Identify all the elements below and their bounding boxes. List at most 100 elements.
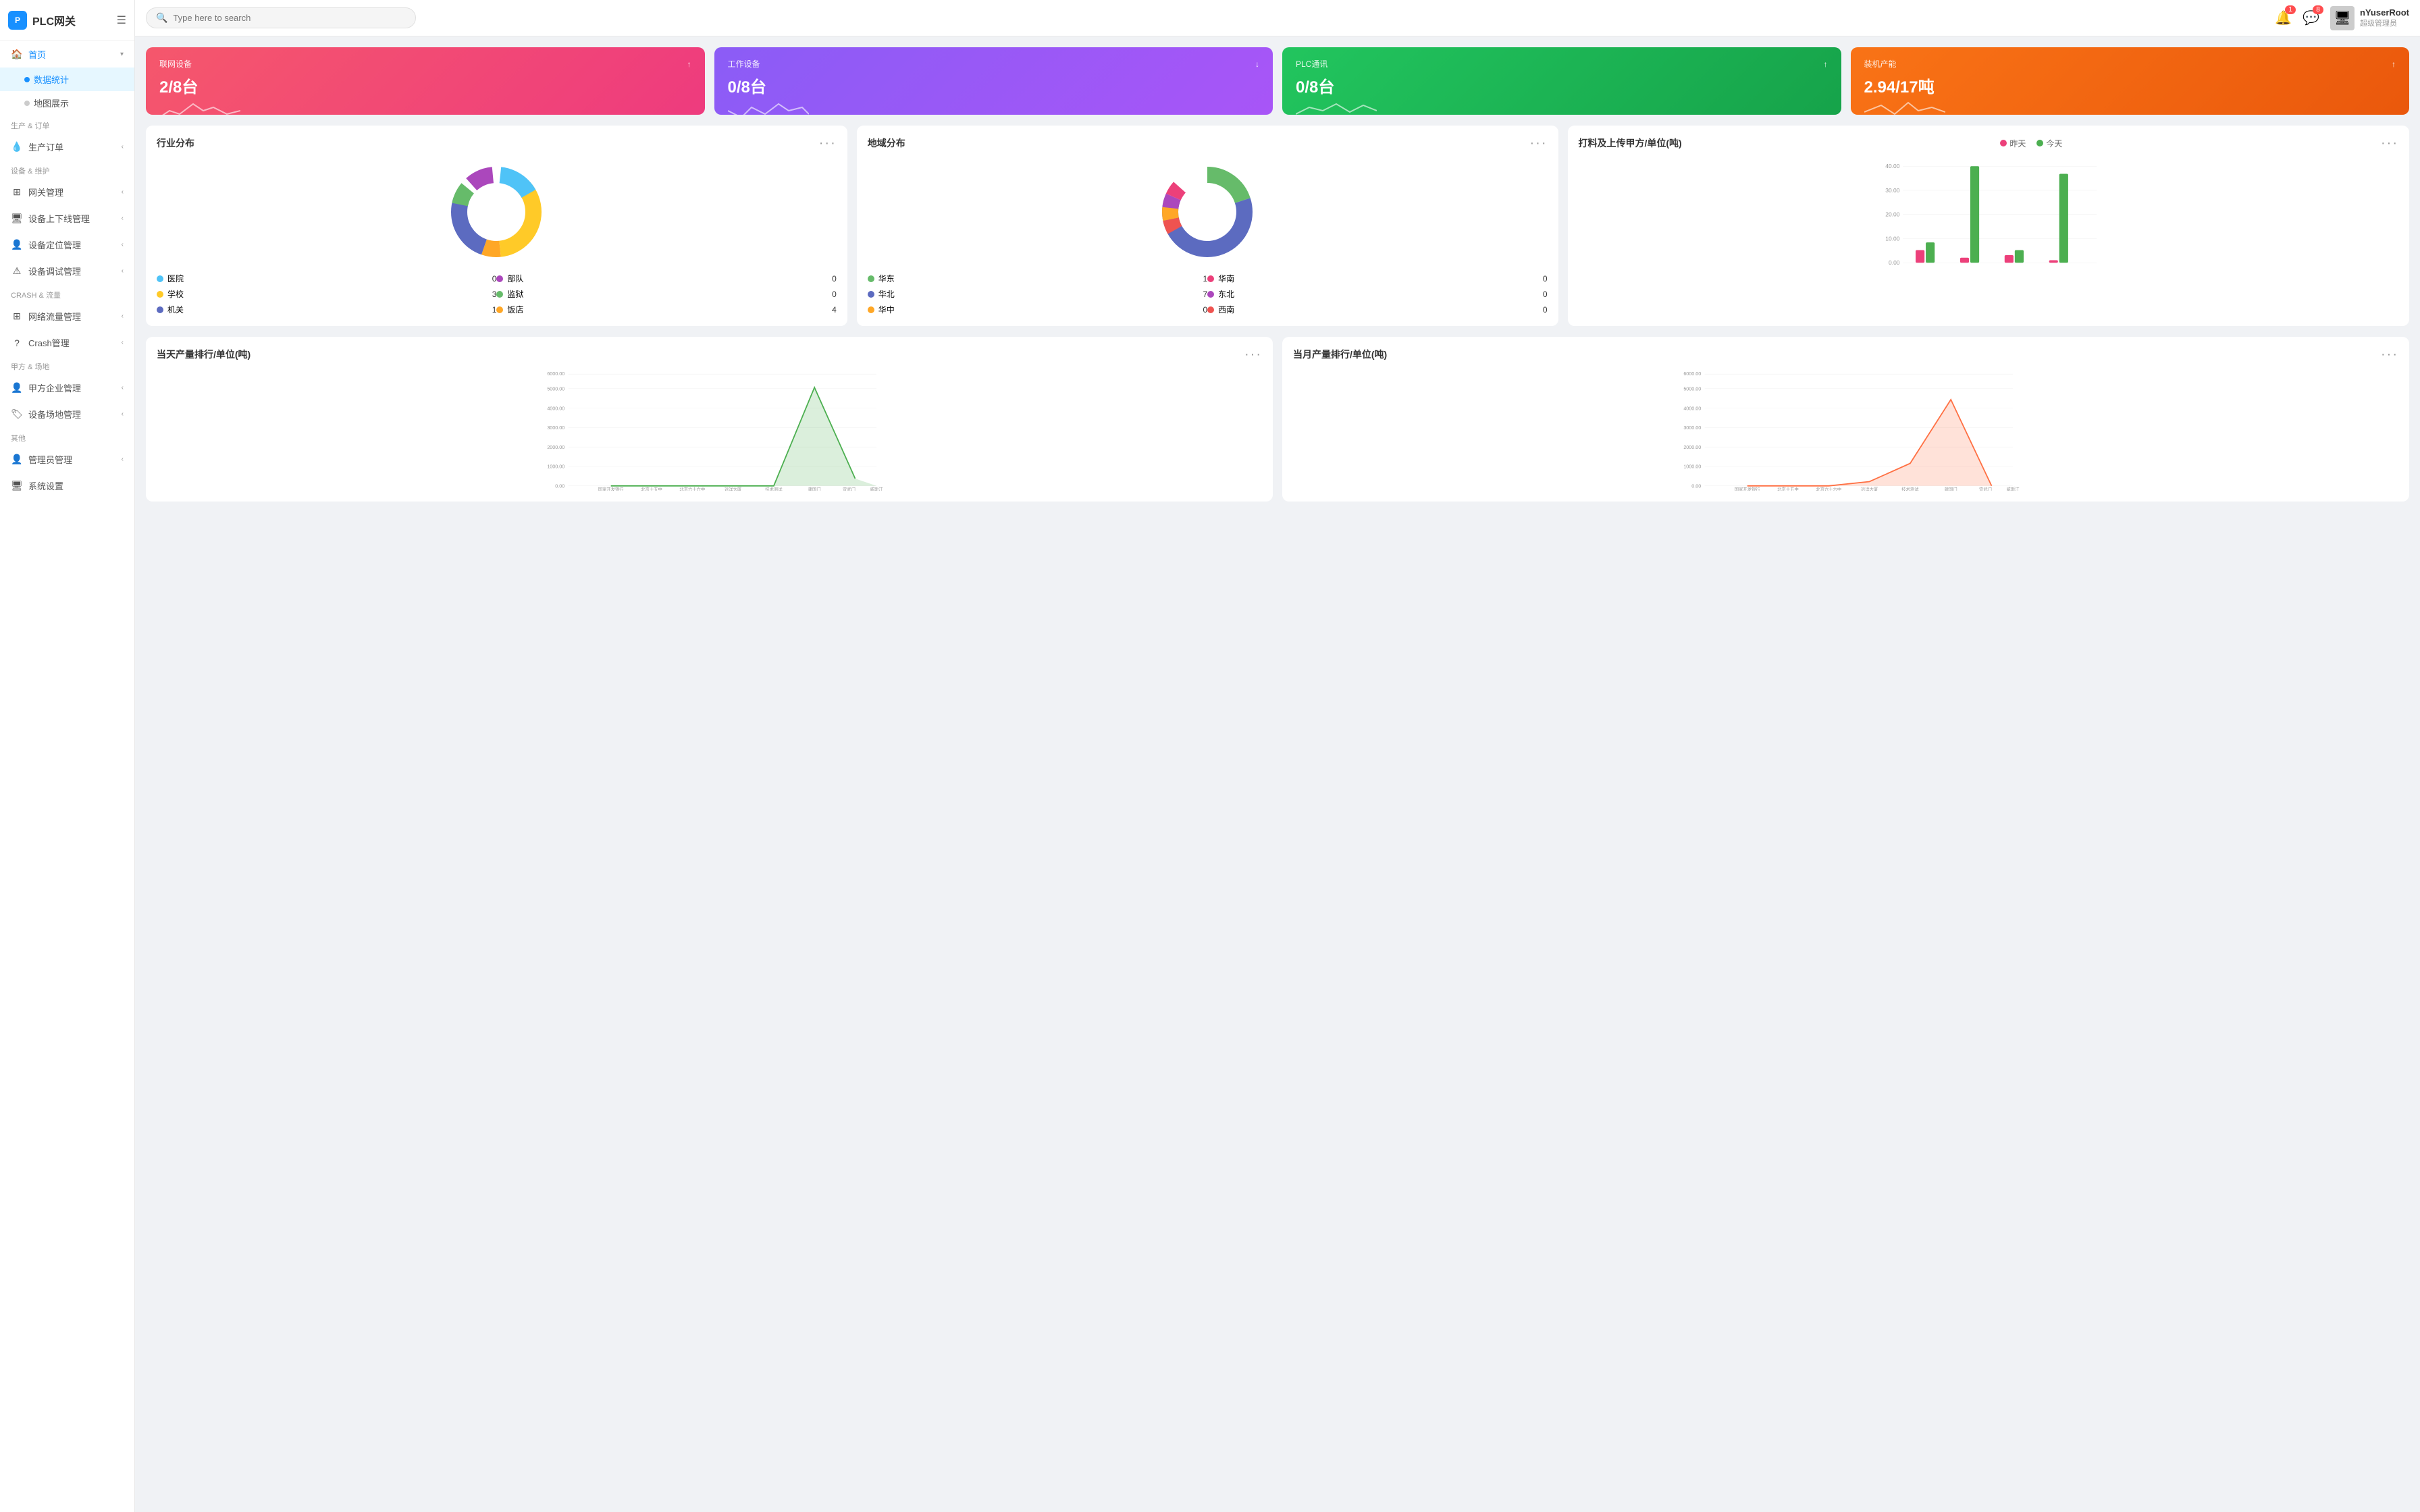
sys-settings-label: 系统设置 [28,479,63,492]
data-stats-label: 数据统计 [34,73,69,86]
print-more[interactable]: ··· [2381,136,2398,150]
sidebar-item-device-online[interactable]: 🖥 设备上下线管理 ‹ [0,205,134,232]
bell-icon-wrap[interactable]: 🔔 1 [2275,9,2292,26]
online-title: 联网设备 ↑ [159,58,691,70]
legend-govt: 机关 1 [157,304,496,315]
svg-text:4000.00: 4000.00 [547,405,564,411]
net-flow-label: 网络流量管理 [28,310,81,323]
dot-icon [24,77,30,82]
msg-icon-wrap[interactable]: 💬 8 [2303,9,2319,26]
region-title: 地域分布 [868,136,905,150]
north-label: 华北 [878,288,895,300]
daily-line-svg: 0.00 1000.00 2000.00 3000.00 4000.00 500… [157,369,1262,491]
svg-text:2000.00: 2000.00 [1683,444,1701,450]
bell-badge: 1 [2285,5,2296,14]
today-dot [2036,140,2043,146]
print-bar-area: 0.00 10.00 20.00 30.00 40.00 [1579,158,2399,266]
south-val: 0 [1543,274,1548,284]
section-crash: CRASH & 流量 [0,284,134,303]
topbar-right: 🔔 1 💬 8 🖥 nYuserRoot 超级管理员 [2275,6,2409,30]
svg-text:技术测试: 技术测试 [765,486,783,491]
daily-more[interactable]: ··· [1244,348,1262,361]
section-prod: 生产 & 订单 [0,115,134,134]
central-dot [868,306,874,313]
svg-text:威斯汀: 威斯汀 [2007,486,2020,491]
legend-prison: 监狱 0 [496,288,836,300]
gateway-label: 网关管理 [28,186,63,198]
sidebar-item-prod-order[interactable]: 💧 生产订单 ‹ [0,134,134,160]
user-avatar[interactable]: 🖥 nYuserRoot 超级管理员 [2330,6,2409,30]
online-value: 2/8台 [159,74,691,97]
prison-val: 0 [832,290,837,299]
govt-dot [157,306,163,313]
central-label: 华中 [878,304,895,315]
sidebar-logo: P PLC网关 ☰ [0,0,134,41]
sidebar-item-map-view[interactable]: 地图展示 [0,91,134,115]
monthly-more[interactable]: ··· [2381,348,2398,361]
stat-card-capacity: 装机产能 ↑ 2.94/17吨 [1851,47,2410,115]
svg-text:5000.00: 5000.00 [1683,386,1701,392]
industry-more[interactable]: ··· [819,136,837,150]
print-chart: 打料及上传甲方/单位(吨) 昨天 今天 ··· [1568,126,2410,326]
school-label: 学校 [167,288,184,300]
sidebar-item-crash[interactable]: ? Crash管理 ‹ [0,329,134,356]
sidebar-item-admin[interactable]: 👤 管理员管理 ‹ [0,446,134,473]
svg-text:0.00: 0.00 [1691,483,1701,489]
legend-yesterday: 昨天 [2000,138,2026,149]
school-dot [157,291,163,298]
gateway-arrow: ‹ [122,188,124,196]
east-val: 1 [1203,274,1207,284]
crash-label: Crash管理 [28,336,70,349]
svg-text:0.00: 0.00 [555,483,564,489]
sidebar-item-client-mgmt[interactable]: 👤 甲方企业管理 ‹ [0,375,134,401]
crash-arrow: ‹ [122,339,124,346]
print-bar-svg: 0.00 10.00 20.00 30.00 40.00 [1579,158,2399,266]
search-input[interactable] [173,13,406,23]
search-box[interactable]: 🔍 [146,7,416,28]
main-area: 🔍 🔔 1 💬 8 🖥 nYuserRoot 超级管理员 [135,0,2420,1512]
plc-value: 0/8台 [1296,74,1828,97]
client-mgmt-icon: 👤 [11,382,23,394]
northeast-label: 东北 [1218,288,1234,300]
net-flow-icon: ⊞ [11,310,23,322]
school-val: 3 [492,290,497,299]
device-site-arrow: ‹ [122,410,124,418]
hospital-dot [157,275,163,282]
user-role: 超级管理员 [2360,18,2409,28]
east-dot [868,275,874,282]
restaurant-label: 饭店 [507,304,523,315]
section-client: 甲方 & 场地 [0,356,134,375]
monthly-line-area: 0.00 1000.00 2000.00 3000.00 4000.00 500… [1293,369,2398,491]
sidebar-item-sys-settings[interactable]: 🖥 系统设置 [0,473,134,499]
device-debug-icon: ⚠ [11,265,23,277]
sidebar-item-home[interactable]: 🏠 首页 ▾ [0,41,134,68]
hamburger-icon[interactable]: ☰ [117,14,126,27]
sidebar-item-device-locate[interactable]: 👤 设备定位管理 ‹ [0,232,134,258]
southwest-label: 西南 [1218,304,1234,315]
prod-icon: 💧 [11,141,23,153]
hospital-label: 医院 [167,273,184,284]
sidebar-item-data-stats[interactable]: 数据统计 [0,68,134,91]
legend-today: 今天 [2036,138,2062,149]
content: 联网设备 ↑ 2/8台 工作设备 ↓ 0/8台 [135,36,2420,1512]
south-dot [1207,275,1214,282]
sidebar-item-net-flow[interactable]: ⊞ 网络流量管理 ‹ [0,303,134,329]
prod-label: 生产订单 [28,140,63,153]
msg-badge: 8 [2313,5,2323,14]
online-wave [159,97,240,115]
device-debug-label: 设备调试管理 [28,265,81,277]
svg-text:宜武门: 宜武门 [1979,486,1992,491]
crash-icon: ? [11,338,23,348]
topbar: 🔍 🔔 1 💬 8 🖥 nYuserRoot 超级管理员 [135,0,2420,36]
region-more[interactable]: ··· [1530,136,1548,150]
sidebar-item-device-debug[interactable]: ⚠ 设备调试管理 ‹ [0,258,134,284]
east-label: 华东 [878,273,895,284]
print-header: 打料及上传甲方/单位(吨) 昨天 今天 ··· [1579,136,2399,150]
legend-restaurant: 饭店 4 [496,304,836,315]
legend-north: 华北 7 [868,288,1207,300]
sidebar-item-device-site[interactable]: 🏷 设备场地管理 ‹ [0,401,134,427]
sidebar-item-gateway[interactable]: ⊞ 网关管理 ‹ [0,179,134,205]
industry-donut-svg [442,158,550,266]
yesterday-label: 昨天 [2009,138,2026,149]
govt-val: 1 [492,305,497,315]
